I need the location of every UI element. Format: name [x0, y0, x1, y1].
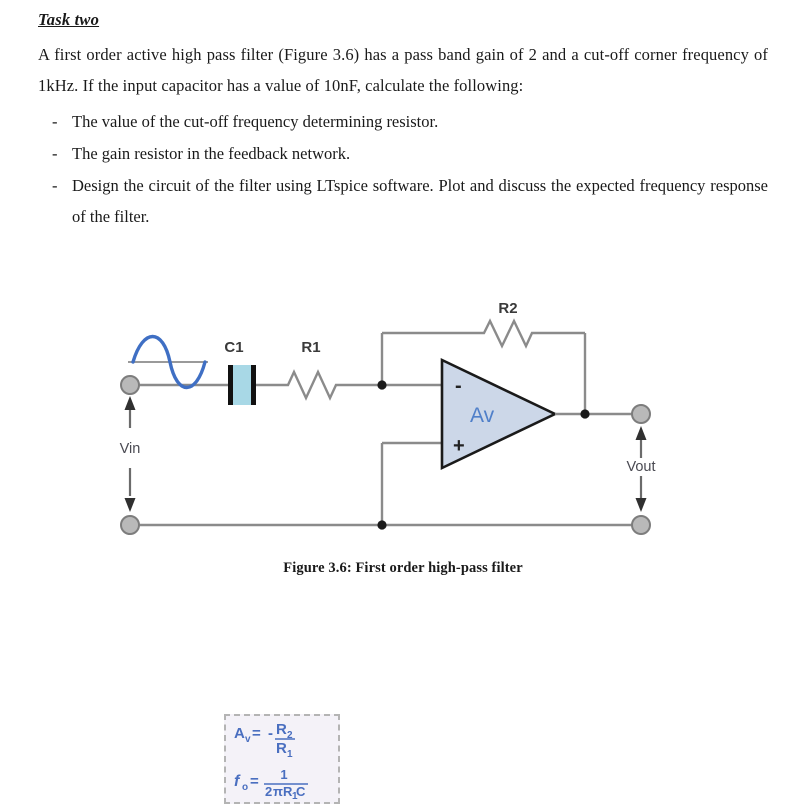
capacitor-plate-left — [228, 365, 233, 405]
capacitor-plate-right — [251, 365, 256, 405]
formula-gain-subscript: v — [245, 734, 251, 745]
terminal-output-top — [631, 404, 651, 424]
formula-gain-equals: = — [252, 725, 261, 742]
task-heading: Task two — [38, 10, 100, 29]
formula-gain-numerator: R — [276, 721, 287, 738]
formula-freq-denominator-pi: π — [273, 784, 283, 799]
vout-arrow-down-head — [635, 498, 647, 512]
list-item: - The gain resistor in the feedback netw… — [38, 138, 768, 169]
document-body: Task two A first order active high pass … — [38, 10, 768, 233]
formula-svg: A v = - R 2 R 1 f o = 1 2 π R 1 C — [234, 721, 308, 802]
circuit-figure: C1 R1 R2 - + Av Vin Vout A v = - R 2 R 1… — [0, 290, 806, 804]
resistor-r2-label: R2 — [498, 300, 517, 317]
capacitor-body-fill — [232, 365, 252, 405]
list-item-text: Design the circuit of the filter using L… — [72, 176, 768, 226]
bullet-marker: - — [52, 144, 58, 163]
resistor-r1-label: R1 — [301, 339, 320, 356]
list-item-text: The value of the cut-off frequency deter… — [72, 112, 439, 131]
output-port-label: Vout — [626, 459, 655, 475]
circuit-schematic-svg: C1 R1 R2 - + Av Vin Vout — [120, 300, 656, 535]
opamp-gain-label: Av — [470, 404, 495, 427]
input-port-label: Vin — [120, 441, 141, 457]
terminal-input-top — [120, 375, 140, 395]
vin-arrow-up-head — [124, 396, 136, 410]
capacitor-label: C1 — [224, 339, 243, 356]
formula-gain-denominator-sub: 1 — [287, 749, 293, 760]
formula-freq-numerator: 1 — [280, 767, 287, 782]
formula-annotation-box: A v = - R 2 R 1 f o = 1 2 π R 1 C — [224, 714, 340, 804]
list-item: - Design the circuit of the filter using… — [38, 170, 768, 232]
document-page: Task two A first order active high pass … — [0, 0, 806, 804]
vout-arrow-up-head — [635, 426, 647, 440]
terminal-input-bottom — [120, 515, 140, 535]
requirements-list: - The value of the cut-off frequency det… — [38, 106, 768, 232]
junction-dot-output-node — [580, 409, 590, 419]
resistor-r2-symbol — [478, 318, 585, 349]
terminal-output-bottom — [631, 515, 651, 535]
opamp-inverting-label: - — [455, 375, 462, 397]
bullet-marker: - — [52, 176, 58, 195]
opamp-noninverting-label: + — [453, 435, 465, 457]
junction-dot-inverting-node — [377, 380, 387, 390]
vin-arrow-down-head — [124, 498, 136, 512]
formula-gain-denominator: R — [276, 740, 287, 757]
list-item: - The value of the cut-off frequency det… — [38, 106, 768, 137]
formula-gain-sign: - — [268, 725, 273, 742]
junction-dot-ground-node — [377, 520, 387, 530]
formula-gain-symbol: A — [234, 725, 245, 742]
bullet-marker: - — [52, 112, 58, 131]
resistor-r1-symbol — [282, 369, 340, 401]
figure-caption: Figure 3.6: First order high-pass filter — [283, 560, 523, 576]
formula-freq-denominator-c: C — [296, 784, 306, 799]
task-paragraph: A first order active high pass filter (F… — [38, 45, 768, 95]
list-item-text: The gain resistor in the feedback networ… — [72, 144, 351, 163]
formula-freq-subscript: o — [242, 782, 248, 793]
formula-freq-equals: = — [250, 773, 259, 790]
formula-freq-denominator-a: 2 — [265, 784, 272, 799]
formula-freq-symbol: f — [234, 773, 241, 790]
